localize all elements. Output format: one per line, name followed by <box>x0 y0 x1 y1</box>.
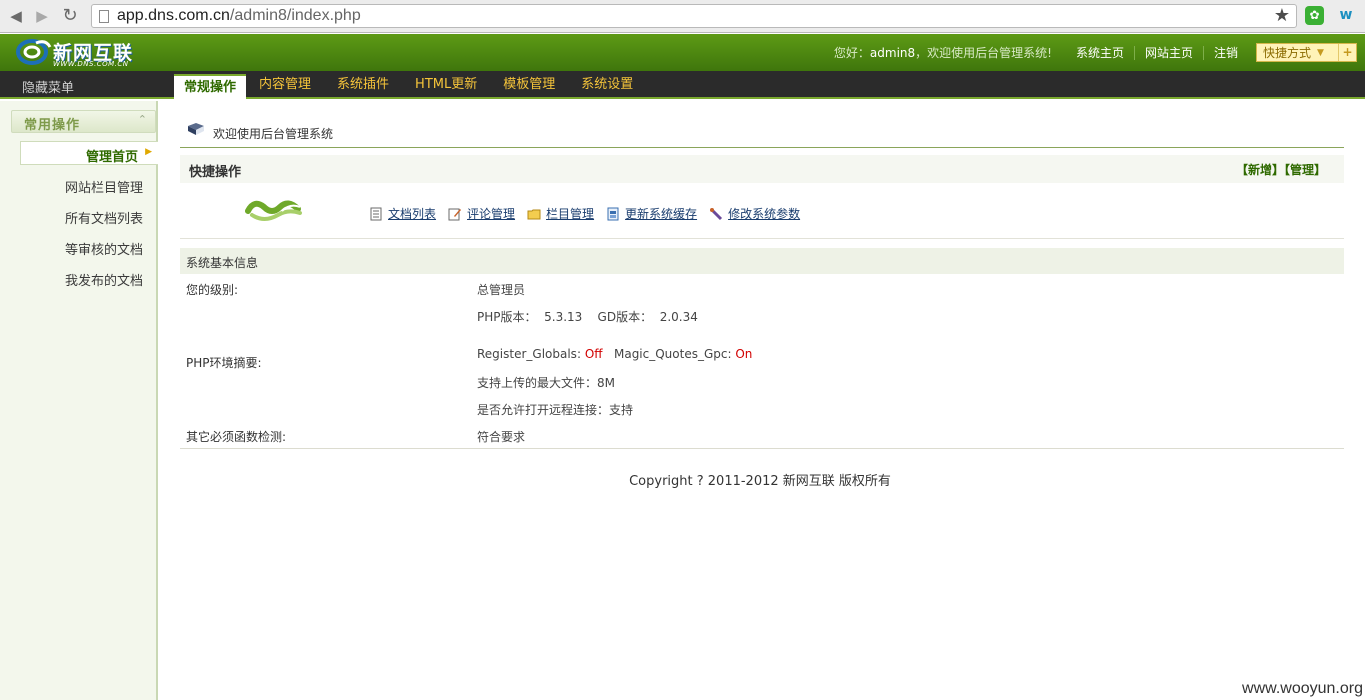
extension-icon[interactable]: ✿ <box>1305 6 1324 25</box>
max-upload-value: 支持上传的最大文件：8M <box>477 376 615 390</box>
php-env-label: PHP环境摘要: <box>186 356 262 370</box>
hide-menu-button[interactable]: 隐藏菜单 <box>22 77 74 96</box>
system-info-header: 系统基本信息 <box>180 248 1344 274</box>
edit-comment-icon <box>448 207 462 221</box>
welcome-bar: 欢迎使用后台管理系统 <box>180 110 1344 148</box>
quick-link-label: 评论管理 <box>467 207 516 221</box>
url-text[interactable]: app.dns.com.cn/admin8/index.php <box>117 7 361 25</box>
main-navbar: 隐藏菜单 常规操作 内容管理 系统插件 HTML更新 模板管理 系统设置 <box>0 71 1365 101</box>
quick-ops-title: 快捷操作 <box>189 165 242 180</box>
decorative-logo-icon <box>245 200 302 221</box>
header-right: 您好：admin8，欢迎使用后台管理系统! 系统主页 网站主页 注销 快捷方式 … <box>834 34 1365 71</box>
watermark: www.wooyun.org <box>1242 680 1363 697</box>
divider <box>180 448 1344 449</box>
level-label: 您的级别: <box>186 283 239 297</box>
browser-toolbar: ◀ ▶ ↻ app.dns.com.cn/admin8/index.php ★ … <box>0 0 1365 33</box>
sidebar-section-title: 常用操作 <box>24 118 81 133</box>
tab-settings[interactable]: 系统设置 <box>568 71 646 99</box>
sidebar-section-header[interactable]: 常用操作 ⌃ <box>11 110 156 133</box>
system-home-link[interactable]: 系统主页 <box>1066 46 1134 60</box>
quick-link-doc-list[interactable]: 文档列表 <box>369 205 436 222</box>
quick-link-label: 栏目管理 <box>546 207 595 221</box>
back-arrow-icon[interactable]: ◀ <box>6 6 26 26</box>
sidebar-item-all-docs[interactable]: 所有文档列表 <box>65 208 143 227</box>
cache-icon <box>606 207 620 221</box>
reload-icon[interactable]: ↻ <box>60 6 80 26</box>
func-check-value: 符合要求 <box>477 430 526 444</box>
greeting-prefix: 您好： <box>833 46 870 60</box>
welcome-text: 欢迎使用后台管理系统 <box>213 127 334 141</box>
remote-open-value: 是否允许打开远程连接：支持 <box>477 403 634 417</box>
quick-link-system-params[interactable]: 修改系统参数 <box>709 205 800 222</box>
tab-general[interactable]: 常规操作 <box>174 74 247 101</box>
system-info-title: 系统基本信息 <box>186 256 259 270</box>
tab-templates[interactable]: 模板管理 <box>490 71 568 99</box>
logout-link[interactable]: 注销 <box>1202 45 1248 60</box>
quick-link-comments[interactable]: 评论管理 <box>448 205 515 222</box>
quick-link-update-cache[interactable]: 更新系统缓存 <box>606 205 697 222</box>
chevron-down-icon: ▼ <box>1317 47 1324 58</box>
greeting-suffix: ，欢迎使用后台管理系统! <box>915 46 1052 60</box>
quick-link-label: 修改系统参数 <box>728 207 801 221</box>
quick-ops-row: 文档列表 评论管理 栏目管理 更新系统缓存 修改系统参数 <box>180 183 1344 239</box>
sidebar-item-pending-docs[interactable]: 等审核的文档 <box>65 239 143 258</box>
func-check-label: 其它必须函数检测: <box>186 430 287 444</box>
sidebar: 常用操作 ⌃ 管理首页 ▶ 网站栏目管理 所有文档列表 等审核的文档 我发布的文… <box>0 101 158 700</box>
forward-arrow-icon[interactable]: ▶ <box>32 6 52 26</box>
bookmark-star-icon[interactable]: ★ <box>1274 5 1290 26</box>
document-icon <box>369 207 383 221</box>
sidebar-item-admin-home[interactable]: 管理首页 ▶ <box>20 141 158 165</box>
tab-plugins[interactable]: 系统插件 <box>324 71 402 99</box>
username: admin8 <box>869 46 916 60</box>
tab-content[interactable]: 内容管理 <box>246 71 324 99</box>
register-globals-value: Off <box>584 347 603 361</box>
quick-link-label: 文档列表 <box>388 207 437 221</box>
quick-manage-link[interactable]: 【管理】 <box>1284 163 1326 177</box>
copyright: Copyright ? 2011-2012 新网互联 版权所有 <box>629 474 891 489</box>
logo[interactable]: 新网互联 WWW.DNS.COM.CN <box>16 36 138 70</box>
shortcut-dropdown[interactable]: 快捷方式 ▼ + <box>1256 43 1357 62</box>
php-version-value: PHP版本： 5.3.13 GD版本： 2.0.34 <box>477 310 698 324</box>
collapse-icon[interactable]: ⌃ <box>138 113 147 126</box>
quick-links: 文档列表 评论管理 栏目管理 更新系统缓存 修改系统参数 <box>369 205 812 222</box>
logo-subtext: WWW.DNS.COM.CN <box>53 60 129 68</box>
greeting: 您好：admin8，欢迎使用后台管理系统! <box>834 44 1052 61</box>
magic-quotes-value: On <box>735 347 753 361</box>
quick-add-link[interactable]: 【新增】 <box>1236 163 1284 177</box>
add-shortcut-button[interactable]: + <box>1338 44 1356 61</box>
quick-ops-actions: 【新增】【管理】 <box>1236 161 1326 178</box>
arrow-right-icon: ▶ <box>145 147 152 157</box>
url-path: /admin8/index.php <box>229 7 361 24</box>
address-bar[interactable]: app.dns.com.cn/admin8/index.php ★ <box>91 4 1297 28</box>
book-icon <box>188 123 204 135</box>
site-home-link[interactable]: 网站主页 <box>1133 45 1203 60</box>
page-icon <box>99 10 109 23</box>
logo-mark-icon <box>16 39 52 65</box>
level-value: 总管理员 <box>477 283 526 297</box>
sidebar-item-column-manage[interactable]: 网站栏目管理 <box>65 177 143 196</box>
url-host: app.dns.com.cn <box>117 7 230 24</box>
wrench-icon <box>709 207 723 221</box>
folder-icon <box>527 207 541 221</box>
nav-tabs: 常规操作 内容管理 系统插件 HTML更新 模板管理 系统设置 <box>174 71 646 101</box>
quick-link-columns[interactable]: 栏目管理 <box>527 205 594 222</box>
register-globals-label: Register_Globals: <box>477 347 581 361</box>
sidebar-item-label: 管理首页 <box>85 150 138 165</box>
php-env-flags: Register_Globals: Off Magic_Quotes_Gpc: … <box>477 347 752 361</box>
shortcut-label: 快捷方式 <box>1263 46 1312 60</box>
quick-link-label: 更新系统缓存 <box>625 207 698 221</box>
weibo-extension-icon[interactable]: w <box>1335 6 1357 25</box>
tab-html-update[interactable]: HTML更新 <box>402 71 490 99</box>
magic-quotes-label: Magic_Quotes_Gpc: <box>613 347 732 361</box>
admin-header: 新网互联 WWW.DNS.COM.CN 您好：admin8，欢迎使用后台管理系统… <box>0 34 1365 71</box>
sidebar-item-my-docs[interactable]: 我发布的文档 <box>65 270 143 289</box>
quick-ops-header: 快捷操作 【新增】【管理】 <box>180 155 1344 183</box>
